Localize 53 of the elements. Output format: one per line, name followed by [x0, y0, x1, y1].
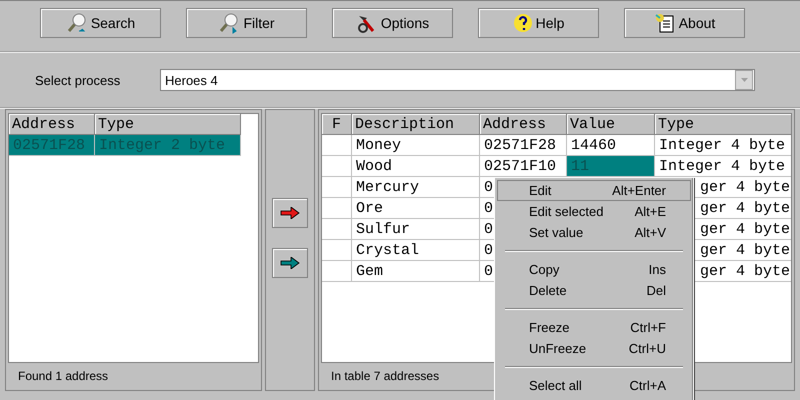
table-cell: Integer 4 byte [655, 156, 791, 177]
table-cell: 02571F28 [480, 135, 567, 156]
status-text: Found 1 address [18, 369, 108, 383]
table-cell: Ore [352, 198, 480, 219]
menu-item[interactable]: Delete Del [497, 280, 691, 301]
menu-item-label: Select all [529, 378, 582, 393]
menu-item[interactable]: Select all Ctrl+A [497, 375, 691, 396]
process-label: Select process [35, 72, 122, 88]
table-cell: Sulfur [352, 219, 480, 240]
help-icon [512, 13, 533, 33]
search-button[interactable]: Search [40, 8, 161, 38]
table-cell: Wood [352, 156, 480, 177]
shortcut-label: Alt+Enter [612, 183, 666, 198]
shortcut-label: Ctrl+U [628, 341, 666, 356]
magnifier-icon [66, 12, 88, 34]
column-header[interactable]: Address [480, 114, 567, 136]
magnifier-icon [218, 12, 240, 34]
table-cell: Crystal [352, 240, 480, 261]
shortcut-label: Alt+E [634, 204, 666, 219]
table-cell: Money [352, 135, 480, 156]
table-cell: Gem [352, 261, 480, 282]
menu-item[interactable]: Freeze Ctrl+F [497, 317, 691, 338]
column-header[interactable]: Type [655, 114, 791, 136]
filter-button[interactable]: Filter [186, 8, 307, 38]
table-cell: 02571F10 [480, 156, 567, 177]
column-header[interactable]: Description [352, 114, 480, 136]
shortcut-label: Ctrl+A [630, 378, 666, 393]
column-header[interactable]: Address [9, 114, 95, 136]
shortcut-label: Alt+V [634, 225, 666, 240]
menu-item-label: Delete [529, 283, 567, 298]
status-text: In table 7 addresses [331, 369, 440, 383]
menu-item-label: Edit [529, 183, 552, 198]
column-header[interactable]: F [322, 114, 352, 136]
document-icon [654, 12, 676, 34]
shortcut-label: Ctrl+F [630, 320, 666, 335]
table-cell: Integer 4 byte [655, 135, 791, 156]
table-cell: Mercury [352, 177, 480, 198]
menu-item-label: Freeze [529, 320, 570, 335]
column-header[interactable]: Type [95, 114, 241, 136]
shortcut-label: Ins [648, 262, 666, 277]
menu-item-label: UnFreeze [529, 341, 586, 356]
shortcut-label: Del [646, 283, 666, 298]
arrow-button[interactable] [272, 248, 308, 278]
help-button[interactable]: Help [478, 8, 599, 38]
options-button[interactable]: Options [332, 8, 453, 38]
menu-item[interactable]: UnFreeze Ctrl+U [497, 338, 691, 359]
arrow-button[interactable] [272, 198, 308, 228]
about-button[interactable]: About [624, 8, 745, 38]
table-cell: 14460 [567, 135, 655, 156]
menu-item[interactable]: Edit Alt+Enter [497, 180, 691, 201]
column-header[interactable]: Value [567, 114, 655, 136]
process-dropdown[interactable]: Heroes 4 [160, 69, 755, 91]
menu-item-label: Copy [529, 262, 560, 277]
